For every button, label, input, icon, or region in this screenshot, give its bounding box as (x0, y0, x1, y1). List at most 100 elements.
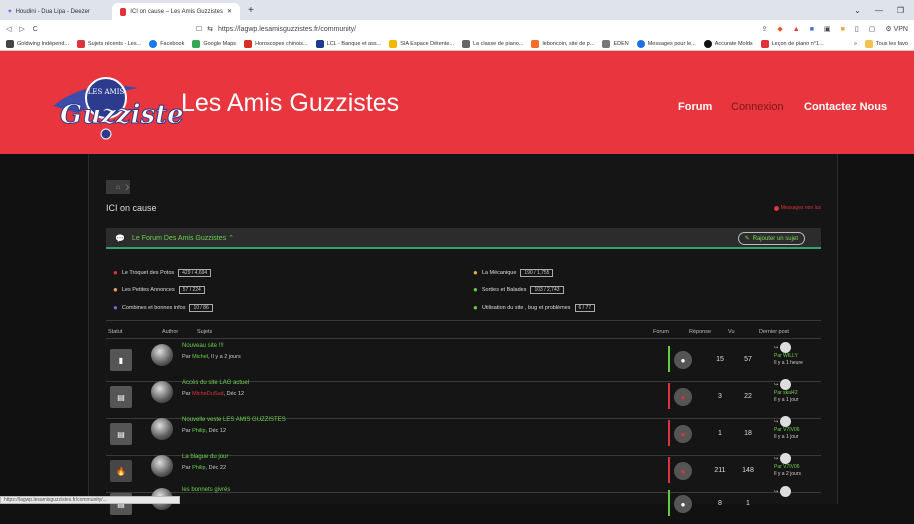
bookmark-item[interactable]: SIA Espace Détente... (389, 40, 454, 48)
avatar[interactable] (780, 486, 792, 497)
last-post[interactable]: ↪ Par V7IV06 Il y a 2 jours (774, 453, 801, 478)
forum-color-bar (668, 346, 670, 372)
brave-shield-icon[interactable]: ◆ (777, 25, 782, 33)
bookmark-item[interactable]: Accurate Molds (703, 40, 753, 48)
minimize-icon[interactable]: — (875, 6, 883, 15)
bookmarks-more-icon[interactable]: » (854, 41, 857, 47)
unread-messages-link[interactable]: Messages non lus (773, 205, 821, 211)
avatar[interactable] (151, 418, 173, 440)
last-post[interactable]: ↪ Par WILLY Il y a 1 heure (774, 342, 803, 367)
last-post-user[interactable]: Par WILLY (774, 353, 798, 359)
last-post[interactable]: ↪ (774, 486, 792, 497)
topic-author-link[interactable]: MicheDuSud (192, 391, 224, 397)
tab-active[interactable]: ICI on cause – Les Amis Guzzistes ✕ (112, 3, 240, 20)
chevron-up-icon[interactable]: ⌃ (228, 235, 234, 242)
topic-title[interactable]: les bonnets givrés (182, 487, 230, 493)
subforum-link[interactable]: ● Combines et bonnes infos 10 / 86 (113, 303, 213, 312)
subforum-link[interactable]: ● La Mécanique 190 / 1,755 (473, 268, 554, 277)
last-post[interactable]: ↪ Par skal42 Il y a 1 jour (774, 379, 798, 404)
menu-connexion[interactable]: Connexion (731, 101, 784, 113)
sidebar-icon[interactable]: ▯ (855, 25, 859, 33)
back-icon[interactable]: ◁ (6, 25, 11, 33)
bookmark-item[interactable]: Sujets récents - Les... (76, 40, 141, 48)
bookmark-item[interactable]: leboncoin, site de p... (531, 40, 594, 48)
tab-deezer[interactable]: ♥ Houdini - Dua Lipa - Deezer (0, 3, 112, 20)
close-icon[interactable]: ✕ (227, 8, 232, 15)
restore-icon[interactable]: ❐ (897, 6, 904, 15)
avatar[interactable] (151, 344, 173, 366)
chevron-down-icon[interactable]: ⌄ (854, 6, 861, 15)
forum-category-name[interactable]: Le Forum Des Amis Guzzistes ⌃ (132, 234, 234, 242)
avatar[interactable] (780, 342, 792, 353)
subforum-link[interactable]: ● Les Petites Annonces 57 / 224 (113, 285, 205, 294)
page-title: ICI on cause (106, 203, 157, 213)
all-bookmarks-folder[interactable]: Tous les favo (864, 40, 908, 48)
last-post-user[interactable]: Par V7IV06 (774, 464, 800, 470)
bookmark-item[interactable]: LCL - Banque et ass... (315, 40, 381, 48)
forum-icon[interactable]: ● (674, 495, 692, 513)
reply-count: 3 (718, 393, 722, 400)
add-topic-button[interactable]: ✎ Rajouter un sujet (737, 232, 805, 245)
browser-status-bar: https://lagwp.lesamisguzzistes.fr/commun… (0, 496, 180, 504)
extension-icon[interactable]: ▣ (824, 25, 831, 33)
subforum-link[interactable]: ● Utilisation du site , bug et problèmes 6… (473, 303, 596, 312)
bookmark-item[interactable]: Google Maps (192, 40, 236, 48)
chat-bubbles-icon: 💬 (115, 234, 125, 243)
forum-icon[interactable]: ● (674, 462, 692, 480)
forum-icon[interactable]: ● (674, 351, 692, 369)
chat-bubbles-icon: ● (473, 285, 478, 294)
extension-icon[interactable]: ■ (841, 26, 845, 33)
forum-panel: ⌂ › ICI on cause Messages non lus 💬 Le F… (88, 154, 838, 516)
topic-status-icon: ▤ (110, 423, 132, 445)
last-post-user[interactable]: Par skal42 (774, 390, 798, 396)
extension-icon[interactable]: ■ (810, 26, 814, 33)
bookmark-item[interactable]: EDEN (602, 40, 629, 48)
address-bar[interactable]: ☐ ⇆ https://lagwp.lesamisguzzistes.fr/co… (196, 25, 676, 34)
topic-title[interactable]: La blague du jour (182, 454, 228, 460)
reload-icon[interactable]: C (33, 26, 38, 33)
wallet-icon[interactable]: ▢ (869, 25, 876, 33)
bookmark-item[interactable]: Messages pour le... (636, 40, 696, 48)
bookmark-item[interactable]: Goldwing Indépend... (6, 40, 69, 48)
menu-forum[interactable]: Forum (678, 101, 712, 113)
subforum-count: 6 / 77 (574, 303, 596, 312)
topic-author-link[interactable]: Philip (192, 465, 205, 471)
topic-title[interactable]: Nouvelle veste LES AMIS GUZZISTES (182, 417, 286, 423)
bookmark-page-icon[interactable]: ☐ (196, 25, 202, 33)
logo-script-text: Guzzistes (60, 100, 183, 130)
topic-title[interactable]: Accès du site LAG actuel (182, 380, 249, 386)
menu-contact[interactable]: Contactez Nous (804, 101, 887, 113)
avatar[interactable] (151, 455, 173, 477)
avatar[interactable] (780, 379, 792, 390)
topic-author-link[interactable]: Philip (192, 428, 205, 434)
avatar[interactable] (780, 453, 792, 464)
topic-title[interactable]: Nouveau site !!! (182, 343, 224, 349)
rewards-icon[interactable]: ▲ (793, 26, 800, 33)
vpn-button[interactable]: ⚙ VPN (885, 25, 908, 34)
site-logo[interactable]: LES AMIS Guzzistes (48, 68, 183, 142)
bookmark-item[interactable]: La classe de piano... (462, 40, 523, 48)
new-tab-icon[interactable]: + (240, 5, 262, 16)
subforum-link[interactable]: ● Le Troquet des Potos 429 / 4,694 (113, 268, 212, 277)
add-topic-label: Rajouter un sujet (752, 235, 798, 242)
bookmark-item[interactable]: Facebook (149, 40, 184, 48)
share-icon[interactable]: ⇪ (762, 25, 768, 33)
bookmark-item[interactable]: Horoscopes chinois... (244, 40, 308, 48)
column-header-status: Statut (108, 329, 123, 335)
last-post-user[interactable]: Par V7IV06 (774, 427, 800, 433)
forward-icon[interactable]: ▷ (19, 25, 24, 33)
forum-icon[interactable]: ● (674, 425, 692, 443)
url-text[interactable]: https://lagwp.lesamisguzzistes.fr/commun… (218, 26, 356, 33)
topic-author-link[interactable]: Michel (192, 354, 208, 360)
forum-icon[interactable]: ● (674, 388, 692, 406)
bookmark-item[interactable]: Leçon de piano n°1... (760, 40, 824, 48)
last-post-date: Il y a 1 heure (774, 360, 803, 366)
subforum-link[interactable]: ● Sorties et Balades 103 / 2,743 (473, 285, 564, 294)
forum-category-bar[interactable]: 💬 Le Forum Des Amis Guzzistes ⌃ ✎ Rajout… (106, 228, 821, 249)
last-post[interactable]: ↪ Par V7IV06 Il y a 1 jour (774, 416, 800, 441)
site-title[interactable]: Les Amis Guzzistes (181, 89, 399, 118)
heart-icon: ♥ (8, 8, 12, 15)
site-info-icon[interactable]: ⇆ (207, 25, 213, 33)
avatar[interactable] (780, 416, 792, 427)
avatar[interactable] (151, 381, 173, 403)
